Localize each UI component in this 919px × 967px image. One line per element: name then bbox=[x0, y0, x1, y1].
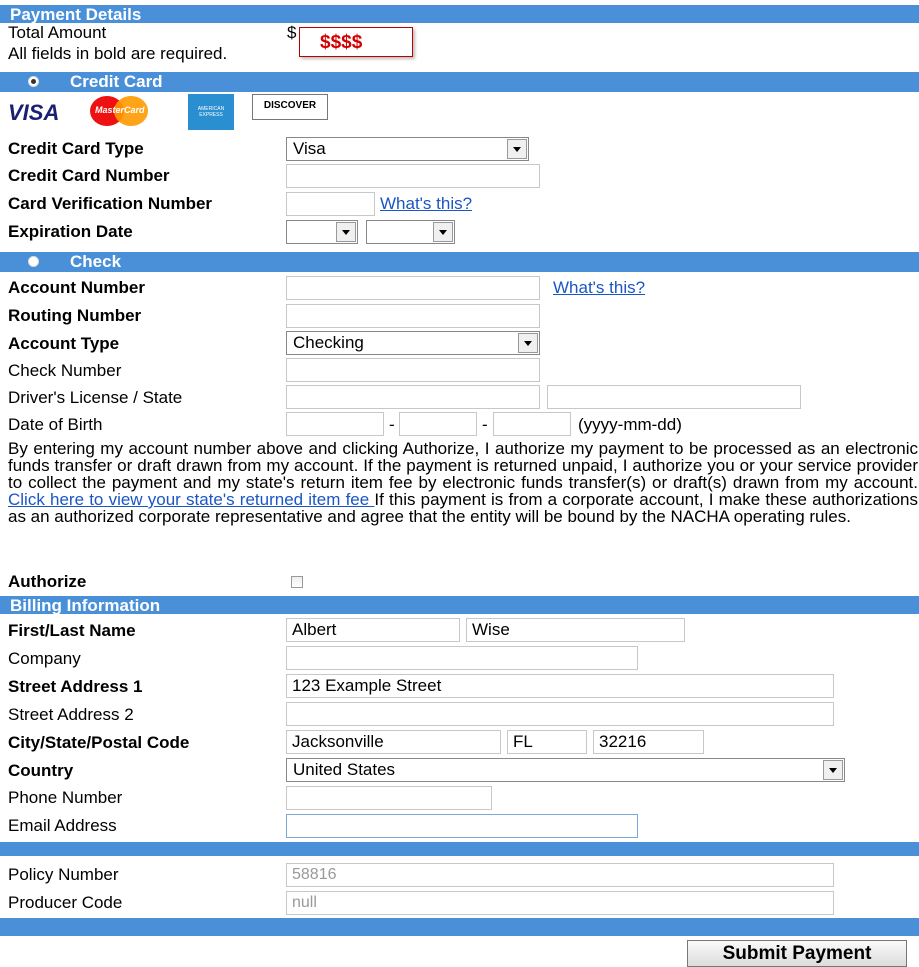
company-input[interactable] bbox=[286, 646, 638, 670]
producer-code-input[interactable]: null bbox=[286, 891, 834, 915]
city-input[interactable]: Jacksonville bbox=[286, 730, 501, 754]
last-name-input[interactable]: Wise bbox=[466, 618, 685, 642]
dob-day-input[interactable] bbox=[493, 412, 571, 436]
country-select[interactable]: United States bbox=[286, 758, 845, 782]
email-input[interactable] bbox=[286, 814, 638, 838]
expiration-month-select[interactable] bbox=[286, 220, 358, 244]
chevron-down-icon bbox=[823, 760, 843, 780]
expiration-year-select[interactable] bbox=[366, 220, 455, 244]
email-label: Email Address bbox=[8, 816, 117, 835]
credit-card-title: Credit Card bbox=[70, 72, 163, 91]
phone-input[interactable] bbox=[286, 786, 492, 810]
country-value: United States bbox=[293, 760, 396, 779]
routing-number-input[interactable] bbox=[286, 304, 540, 328]
authorize-label: Authorize bbox=[8, 572, 87, 591]
mastercard-logo-icon: MasterCard bbox=[90, 92, 170, 132]
chevron-down-icon bbox=[507, 139, 527, 159]
company-label: Company bbox=[8, 649, 81, 668]
state-input[interactable]: FL bbox=[507, 730, 587, 754]
chevron-down-icon bbox=[336, 222, 356, 242]
cvv-input[interactable] bbox=[286, 192, 375, 216]
first-name-input[interactable]: Albert bbox=[286, 618, 460, 642]
amex-logo-text: AMERICAN EXPRESS bbox=[188, 94, 234, 130]
license-state-input[interactable] bbox=[547, 385, 801, 409]
dob-format-hint: (yyyy-mm-dd) bbox=[578, 415, 682, 434]
name-label: First/Last Name bbox=[8, 621, 136, 640]
divider-bar bbox=[0, 842, 919, 856]
submit-payment-button[interactable]: Submit Payment bbox=[687, 940, 907, 967]
currency-symbol: $ bbox=[287, 23, 297, 42]
terms-text-1: By entering my account number above and … bbox=[8, 439, 918, 492]
check-number-input[interactable] bbox=[286, 358, 540, 382]
discover-logo-icon: DISCOVER bbox=[252, 92, 328, 132]
billing-title: Billing Information bbox=[10, 596, 161, 615]
phone-label: Phone Number bbox=[8, 788, 123, 807]
dob-separator: - bbox=[389, 415, 395, 434]
drivers-license-label: Driver's License / State bbox=[8, 388, 183, 407]
producer-code-label: Producer Code bbox=[8, 893, 123, 912]
discover-logo-text: DISCOVER bbox=[252, 94, 328, 120]
card-type-value: Visa bbox=[293, 139, 326, 158]
visa-logo-icon: VISA bbox=[8, 92, 88, 132]
amex-logo-icon: AMERICAN EXPRESS bbox=[188, 92, 236, 132]
chevron-down-icon bbox=[518, 333, 538, 353]
footer-bar bbox=[0, 918, 919, 936]
authorization-terms: By entering my account number above and … bbox=[8, 440, 918, 525]
city-state-postal-label: City/State/Postal Code bbox=[8, 733, 190, 752]
chevron-down-icon bbox=[433, 222, 453, 242]
check-number-label: Check Number bbox=[8, 361, 122, 380]
account-number-label: Account Number bbox=[8, 278, 145, 297]
account-number-input[interactable] bbox=[286, 276, 540, 300]
cvv-help-link[interactable]: What's this? bbox=[380, 193, 472, 215]
total-amount-label: Total Amount bbox=[8, 23, 107, 42]
dob-separator: - bbox=[482, 415, 488, 434]
cvv-label: Card Verification Number bbox=[8, 194, 213, 213]
street1-label: Street Address 1 bbox=[8, 677, 143, 696]
billing-header: Billing Information bbox=[0, 596, 919, 615]
routing-number-label: Routing Number bbox=[8, 306, 142, 325]
visa-logo-text: VISA bbox=[8, 100, 60, 125]
policy-number-input[interactable]: 58816 bbox=[286, 863, 834, 887]
credit-card-radio[interactable] bbox=[28, 76, 39, 87]
expiration-date-label: Expiration Date bbox=[8, 222, 133, 241]
dob-month-input[interactable] bbox=[399, 412, 477, 436]
card-number-input[interactable] bbox=[286, 164, 540, 188]
card-type-select[interactable]: Visa bbox=[286, 137, 529, 161]
card-type-label: Credit Card Type bbox=[8, 139, 144, 158]
drivers-license-input[interactable] bbox=[286, 385, 540, 409]
dob-label: Date of Birth bbox=[8, 415, 103, 434]
account-type-select[interactable]: Checking bbox=[286, 331, 540, 355]
mastercard-logo-text: MasterCard bbox=[95, 105, 145, 115]
required-note: All fields in bold are required. bbox=[8, 44, 228, 63]
country-label: Country bbox=[8, 761, 74, 780]
dob-year-input[interactable] bbox=[286, 412, 384, 436]
check-title: Check bbox=[70, 252, 122, 271]
account-type-label: Account Type bbox=[8, 334, 120, 353]
street2-input[interactable] bbox=[286, 702, 834, 726]
check-header: Check bbox=[0, 252, 919, 272]
authorize-checkbox[interactable] bbox=[291, 576, 303, 588]
payment-details-header: Payment Details bbox=[0, 5, 919, 24]
street1-input[interactable]: 123 Example Street bbox=[286, 674, 834, 698]
postal-code-input[interactable]: 32216 bbox=[593, 730, 704, 754]
street2-label: Street Address 2 bbox=[8, 705, 134, 724]
total-amount-value: $$$$ bbox=[299, 27, 413, 57]
account-help-link[interactable]: What's this? bbox=[553, 277, 645, 299]
policy-number-label: Policy Number bbox=[8, 865, 119, 884]
account-type-value: Checking bbox=[293, 333, 364, 352]
card-number-label: Credit Card Number bbox=[8, 166, 170, 185]
check-radio[interactable] bbox=[28, 256, 39, 267]
credit-card-header: Credit Card bbox=[0, 72, 919, 92]
